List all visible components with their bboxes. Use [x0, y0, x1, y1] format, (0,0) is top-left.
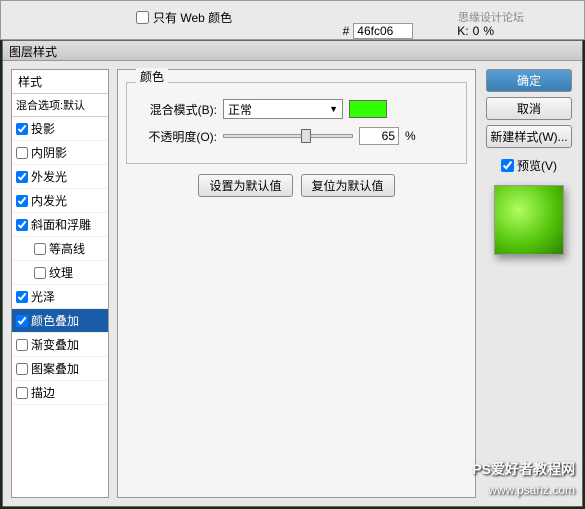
- style-item-7[interactable]: 光泽: [12, 285, 108, 309]
- color-group: 颜色 混合模式(B): 正常 ▼ 不透明度(O): %: [126, 82, 467, 164]
- style-item-10[interactable]: 图案叠加: [12, 357, 108, 381]
- opacity-input[interactable]: [359, 127, 399, 145]
- new-style-button[interactable]: 新建样式(W)...: [486, 125, 572, 148]
- style-label: 等高线: [49, 240, 85, 257]
- blend-options-header[interactable]: 混合选项:默认: [12, 94, 108, 117]
- right-buttons-panel: 确定 取消 新建样式(W)... 预览(V): [484, 69, 574, 498]
- dialog-title: 图层样式: [3, 41, 582, 61]
- hex-input[interactable]: [353, 23, 413, 39]
- k-label: K:: [457, 24, 468, 38]
- style-item-5[interactable]: 等高线: [12, 237, 108, 261]
- style-item-6[interactable]: 纹理: [12, 261, 108, 285]
- style-item-2[interactable]: 外发光: [12, 165, 108, 189]
- opacity-row: 不透明度(O): %: [137, 127, 456, 145]
- style-item-3[interactable]: 内发光: [12, 189, 108, 213]
- style-checkbox[interactable]: [16, 339, 28, 351]
- percent-sign: %: [405, 129, 416, 143]
- preview-label: 预览(V): [517, 157, 557, 174]
- dialog-content: 样式 混合选项:默认 投影内阴影外发光内发光斜面和浮雕等高线纹理光泽颜色叠加渐变…: [3, 61, 582, 506]
- blend-mode-dropdown[interactable]: 正常 ▼: [223, 99, 343, 119]
- layer-style-dialog: 图层样式 样式 混合选项:默认 投影内阴影外发光内发光斜面和浮雕等高线纹理光泽颜…: [2, 40, 583, 507]
- styles-list-panel: 样式 混合选项:默认 投影内阴影外发光内发光斜面和浮雕等高线纹理光泽颜色叠加渐变…: [11, 69, 109, 498]
- style-item-8[interactable]: 颜色叠加: [12, 309, 108, 333]
- cancel-button[interactable]: 取消: [486, 97, 572, 120]
- default-buttons-row: 设置为默认值 复位为默认值: [126, 174, 467, 197]
- style-item-9[interactable]: 渐变叠加: [12, 333, 108, 357]
- web-only-checkbox[interactable]: [136, 11, 149, 24]
- style-label: 纹理: [49, 264, 73, 281]
- style-checkbox[interactable]: [16, 123, 28, 135]
- style-checkbox[interactable]: [16, 171, 28, 183]
- style-label: 投影: [31, 120, 55, 137]
- style-label: 光泽: [31, 288, 55, 305]
- style-checkbox[interactable]: [34, 267, 46, 279]
- style-label: 颜色叠加: [31, 312, 79, 329]
- style-item-1[interactable]: 内阴影: [12, 141, 108, 165]
- style-label: 图案叠加: [31, 360, 79, 377]
- blend-mode-row: 混合模式(B): 正常 ▼: [137, 99, 456, 119]
- style-checkbox[interactable]: [16, 195, 28, 207]
- slider-thumb-icon[interactable]: [301, 129, 311, 143]
- blend-mode-label: 混合模式(B):: [137, 101, 217, 118]
- overlay-color-swatch[interactable]: [349, 100, 387, 118]
- ok-button[interactable]: 确定: [486, 69, 572, 92]
- style-label: 外发光: [31, 168, 67, 185]
- style-item-4[interactable]: 斜面和浮雕: [12, 213, 108, 237]
- preview-check-row: 预览(V): [501, 157, 557, 174]
- style-checkbox[interactable]: [16, 315, 28, 327]
- set-default-button[interactable]: 设置为默认值: [198, 174, 292, 197]
- preview-checkbox[interactable]: [501, 159, 514, 172]
- styles-header: 样式: [12, 70, 108, 94]
- style-label: 内发光: [31, 192, 67, 209]
- style-label: 描边: [31, 384, 55, 401]
- preview-thumbnail: [494, 185, 564, 255]
- style-checkbox[interactable]: [16, 219, 28, 231]
- hash-label: #: [343, 24, 350, 38]
- chevron-down-icon: ▼: [329, 104, 338, 114]
- style-label: 斜面和浮雕: [31, 216, 91, 233]
- style-label: 渐变叠加: [31, 336, 79, 353]
- blend-mode-value: 正常: [228, 101, 252, 118]
- color-picker-strip: 只有 Web 颜色 思缘设计论坛 # K: 0 %: [0, 0, 585, 40]
- style-item-11[interactable]: 描边: [12, 381, 108, 405]
- k-value: 0: [473, 24, 480, 38]
- percent-label: %: [483, 24, 494, 38]
- style-label: 内阴影: [31, 144, 67, 161]
- hex-row: # K: 0 %: [343, 23, 494, 39]
- style-checkbox[interactable]: [16, 363, 28, 375]
- style-checkbox[interactable]: [16, 147, 28, 159]
- style-checkbox[interactable]: [16, 387, 28, 399]
- watermark-line2: www.psahz.com: [488, 483, 575, 497]
- watermark-line1: PS爱好者教程网: [472, 459, 575, 479]
- opacity-slider[interactable]: [223, 134, 353, 138]
- web-only-label: 只有 Web 颜色: [153, 9, 232, 26]
- style-checkbox[interactable]: [16, 291, 28, 303]
- web-only-check-row: 只有 Web 颜色: [136, 9, 232, 26]
- style-item-0[interactable]: 投影: [12, 117, 108, 141]
- restore-default-button[interactable]: 复位为默认值: [301, 174, 395, 197]
- settings-panel: 颜色 混合模式(B): 正常 ▼ 不透明度(O): %: [117, 69, 476, 498]
- opacity-label: 不透明度(O):: [137, 128, 217, 145]
- group-title: 颜色: [136, 68, 168, 85]
- style-checkbox[interactable]: [34, 243, 46, 255]
